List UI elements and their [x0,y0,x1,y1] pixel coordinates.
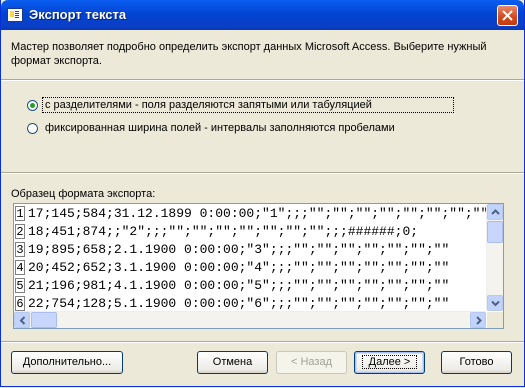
next-button-label: Далее > [361,355,418,369]
sample-row: 1 17;145;584;31.12.1899 0:00:00;"1";;;"";… [14,204,486,222]
window-title: Экспорт текста [29,7,127,22]
option-delimited-label[interactable]: с разделителями - поля разделяются запят… [42,97,454,113]
vertical-scroll-thumb[interactable] [487,221,503,243]
export-text-dialog: Экспорт текста Мастер позволяет подробно… [0,0,525,387]
separator-top [1,79,524,81]
row-text: 17;145;584;31.12.1899 0:00:00;"1";;;"";"… [28,205,486,221]
vertical-scrollbar[interactable] [486,204,503,311]
advanced-button[interactable]: Дополнительно... [11,351,123,374]
row-text: 21;196;981;4.1.1900 0:00:00;"5";;;"";"";… [28,277,450,293]
horizontal-scrollbar[interactable] [14,311,486,328]
row-text: 20;452;652;3.1.1900 0:00:00;"4";;;"";"";… [28,259,450,275]
sample-row: 6 22;754;128;5.1.1900 0:00:00;"6";;;"";""… [14,294,486,311]
sample-row: 5 21;196;981;4.1.1900 0:00:00;"5";;;"";""… [14,276,486,294]
scroll-left-button[interactable] [14,312,30,328]
horizontal-scroll-thumb[interactable] [31,312,57,328]
sample-preview[interactable]: 1 17;145;584;31.12.1899 0:00:00;"1";;;"";… [13,203,504,329]
scroll-right-button[interactable] [470,312,486,328]
sample-row: 4 20;452;652;3.1.1900 0:00:00;"4";;;"";""… [14,258,486,276]
scroll-down-button[interactable] [487,295,503,311]
scroll-corner [487,312,503,328]
row-number: 2 [15,223,25,239]
option-fixed-width[interactable]: фиксированная ширина полей - интервалы з… [27,120,397,136]
form-icon [7,8,23,22]
sample-label: Образец формата экспорта: [11,188,156,200]
sample-rows: 1 17;145;584;31.12.1899 0:00:00;"1";;;"";… [14,204,486,311]
cancel-button[interactable]: Отмена [197,351,268,374]
chevron-down-icon [491,300,500,307]
chevron-up-icon [491,209,500,215]
row-number: 6 [15,295,25,311]
row-number: 1 [15,205,25,221]
row-text: 18;451;874;;"2";;;"";"";"";"";"";"";"";;… [28,223,419,239]
close-button[interactable] [497,5,518,26]
row-number: 5 [15,277,25,293]
option-fixed-width-label[interactable]: фиксированная ширина полей - интервалы з… [43,121,397,135]
row-text: 22;754;128;5.1.1900 0:00:00;"6";;;"";"";… [28,295,450,311]
row-number: 4 [15,259,25,275]
scroll-up-button[interactable] [487,204,503,220]
chevron-left-icon [19,316,26,325]
close-icon [502,10,513,21]
sample-row: 3 19;895;658;2.1.1900 0:00:00;"3";;;"";""… [14,240,486,258]
option-delimited[interactable]: с разделителями - поля разделяются запят… [27,97,454,113]
intro-text: Мастер позволяет подробно определить экс… [11,41,487,67]
separator-middle [1,172,524,174]
radio-delimited[interactable] [27,99,38,111]
row-text: 19;895;658;2.1.1900 0:00:00;"3";;;"";"";… [28,241,450,257]
next-button[interactable]: Далее > [354,351,425,374]
back-button[interactable]: < Назад [276,351,347,374]
row-number: 3 [15,241,25,257]
separator-bottom [1,341,524,343]
radio-fixed-width[interactable] [27,122,38,134]
title-bar[interactable]: Экспорт текста [1,0,524,30]
chevron-right-icon [476,316,482,325]
finish-button[interactable]: Готово [441,351,512,374]
sample-row: 2 18;451;874;;"2";;;"";"";"";"";"";"";"";… [14,222,486,240]
